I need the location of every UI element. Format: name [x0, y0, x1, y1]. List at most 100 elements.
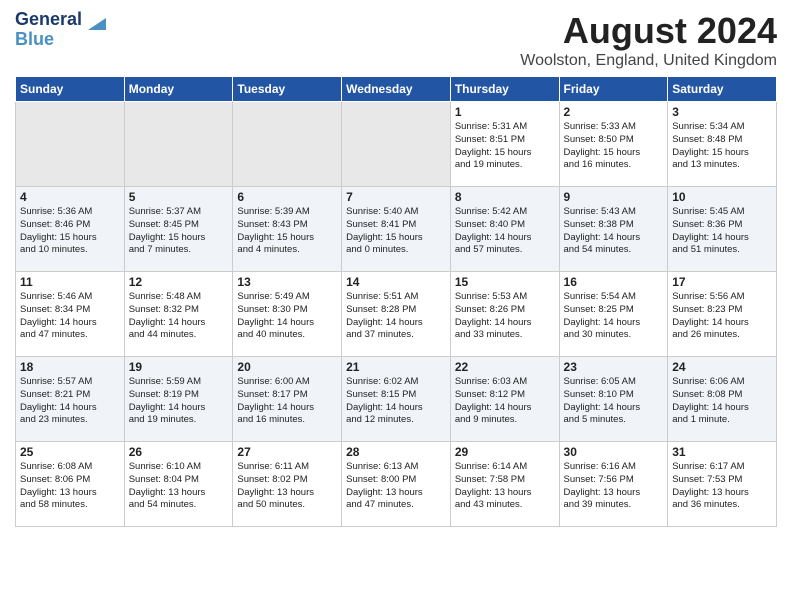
day-number: 9: [564, 190, 664, 204]
day-info: Sunrise: 5:39 AMSunset: 8:43 PMDaylight:…: [237, 206, 337, 257]
calendar-table: SundayMondayTuesdayWednesdayThursdayFrid…: [15, 76, 777, 527]
col-header-friday: Friday: [559, 77, 668, 102]
day-info: Sunrise: 6:05 AMSunset: 8:10 PMDaylight:…: [564, 376, 664, 427]
day-info: Sunrise: 5:31 AMSunset: 8:51 PMDaylight:…: [455, 121, 555, 172]
day-info: Sunrise: 5:42 AMSunset: 8:40 PMDaylight:…: [455, 206, 555, 257]
calendar-cell: 25 Sunrise: 6:08 AMSunset: 8:06 PMDayligh…: [16, 442, 125, 527]
calendar-cell: 12 Sunrise: 5:48 AMSunset: 8:32 PMDayligh…: [124, 272, 233, 357]
day-info: Sunrise: 5:48 AMSunset: 8:32 PMDaylight:…: [129, 291, 229, 342]
day-number: 18: [20, 360, 120, 374]
day-info: Sunrise: 6:17 AMSunset: 7:53 PMDaylight:…: [672, 461, 772, 512]
calendar-cell: 18 Sunrise: 5:57 AMSunset: 8:21 PMDayligh…: [16, 357, 125, 442]
calendar-cell: 16Sunrise: 5:54 AMSunset: 8:25 PMDayligh…: [559, 272, 668, 357]
day-number: 20: [237, 360, 337, 374]
calendar-cell: [124, 102, 233, 187]
title-block: August 2024 Woolston, England, United Ki…: [520, 10, 777, 70]
logo-icon: [86, 12, 108, 34]
day-info: Sunrise: 5:45 AMSunset: 8:36 PMDaylight:…: [672, 206, 772, 257]
calendar-cell: 15 Sunrise: 5:53 AMSunset: 8:26 PMDayligh…: [450, 272, 559, 357]
day-info: Sunrise: 5:33 AMSunset: 8:50 PMDaylight:…: [564, 121, 664, 172]
col-header-tuesday: Tuesday: [233, 77, 342, 102]
calendar-cell: 11Sunrise: 5:46 AMSunset: 8:34 PMDayligh…: [16, 272, 125, 357]
logo: GeneralBlue: [15, 10, 108, 50]
calendar-cell: 2 Sunrise: 5:33 AMSunset: 8:50 PMDaylight…: [559, 102, 668, 187]
calendar-cell: 30 Sunrise: 6:16 AMSunset: 7:56 PMDayligh…: [559, 442, 668, 527]
day-number: 29: [455, 445, 555, 459]
day-info: Sunrise: 5:37 AMSunset: 8:45 PMDaylight:…: [129, 206, 229, 257]
day-number: 21: [346, 360, 446, 374]
day-number: 26: [129, 445, 229, 459]
calendar-cell: 4Sunrise: 5:36 AMSunset: 8:46 PMDaylight…: [16, 187, 125, 272]
day-info: Sunrise: 6:16 AMSunset: 7:56 PMDaylight:…: [564, 461, 664, 512]
calendar-cell: 31 Sunrise: 6:17 AMSunset: 7:53 PMDayligh…: [668, 442, 777, 527]
page-header: GeneralBlue August 2024 Woolston, Englan…: [15, 10, 777, 70]
col-header-sunday: Sunday: [16, 77, 125, 102]
day-info: Sunrise: 5:40 AMSunset: 8:41 PMDaylight:…: [346, 206, 446, 257]
day-number: 15: [455, 275, 555, 289]
calendar-cell: 13 Sunrise: 5:49 AMSunset: 8:30 PMDayligh…: [233, 272, 342, 357]
day-info: Sunrise: 5:34 AMSunset: 8:48 PMDaylight:…: [672, 121, 772, 172]
day-number: 24: [672, 360, 772, 374]
calendar-cell: 10 Sunrise: 5:45 AMSunset: 8:36 PMDayligh…: [668, 187, 777, 272]
day-info: Sunrise: 6:08 AMSunset: 8:06 PMDaylight:…: [20, 461, 120, 512]
day-number: 12: [129, 275, 229, 289]
location-subtitle: Woolston, England, United Kingdom: [520, 52, 777, 70]
calendar-cell: 6 Sunrise: 5:39 AMSunset: 8:43 PMDaylight…: [233, 187, 342, 272]
day-number: 8: [455, 190, 555, 204]
day-info: Sunrise: 5:49 AMSunset: 8:30 PMDaylight:…: [237, 291, 337, 342]
day-number: 6: [237, 190, 337, 204]
col-header-saturday: Saturday: [668, 77, 777, 102]
day-info: Sunrise: 6:03 AMSunset: 8:12 PMDaylight:…: [455, 376, 555, 427]
day-number: 10: [672, 190, 772, 204]
calendar-cell: 8 Sunrise: 5:42 AMSunset: 8:40 PMDaylight…: [450, 187, 559, 272]
calendar-cell: 19 Sunrise: 5:59 AMSunset: 8:19 PMDayligh…: [124, 357, 233, 442]
day-info: Sunrise: 6:13 AMSunset: 8:00 PMDaylight:…: [346, 461, 446, 512]
calendar-cell: 5 Sunrise: 5:37 AMSunset: 8:45 PMDaylight…: [124, 187, 233, 272]
day-info: Sunrise: 5:59 AMSunset: 8:19 PMDaylight:…: [129, 376, 229, 427]
day-info: Sunrise: 5:53 AMSunset: 8:26 PMDaylight:…: [455, 291, 555, 342]
day-info: Sunrise: 5:43 AMSunset: 8:38 PMDaylight:…: [564, 206, 664, 257]
calendar-cell: 21 Sunrise: 6:02 AMSunset: 8:15 PMDayligh…: [342, 357, 451, 442]
day-number: 27: [237, 445, 337, 459]
day-number: 4: [20, 190, 120, 204]
calendar-cell: 7 Sunrise: 5:40 AMSunset: 8:41 PMDaylight…: [342, 187, 451, 272]
day-number: 13: [237, 275, 337, 289]
day-info: Sunrise: 5:56 AMSunset: 8:23 PMDaylight:…: [672, 291, 772, 342]
day-info: Sunrise: 6:00 AMSunset: 8:17 PMDaylight:…: [237, 376, 337, 427]
day-info: Sunrise: 6:11 AMSunset: 8:02 PMDaylight:…: [237, 461, 337, 512]
calendar-cell: 14Sunrise: 5:51 AMSunset: 8:28 PMDayligh…: [342, 272, 451, 357]
calendar-cell: 20 Sunrise: 6:00 AMSunset: 8:17 PMDayligh…: [233, 357, 342, 442]
calendar-cell: 9 Sunrise: 5:43 AMSunset: 8:38 PMDaylight…: [559, 187, 668, 272]
calendar-cell: [233, 102, 342, 187]
col-header-thursday: Thursday: [450, 77, 559, 102]
calendar-cell: 3 Sunrise: 5:34 AMSunset: 8:48 PMDaylight…: [668, 102, 777, 187]
day-number: 28: [346, 445, 446, 459]
col-header-wednesday: Wednesday: [342, 77, 451, 102]
day-info: Sunrise: 6:02 AMSunset: 8:15 PMDaylight:…: [346, 376, 446, 427]
calendar-cell: 17 Sunrise: 5:56 AMSunset: 8:23 PMDayligh…: [668, 272, 777, 357]
day-number: 3: [672, 105, 772, 119]
day-number: 19: [129, 360, 229, 374]
calendar-cell: 1Sunrise: 5:31 AMSunset: 8:51 PMDaylight…: [450, 102, 559, 187]
calendar-cell: [16, 102, 125, 187]
calendar-cell: 24 Sunrise: 6:06 AMSunset: 8:08 PMDayligh…: [668, 357, 777, 442]
logo-text: GeneralBlue: [15, 10, 82, 50]
day-info: Sunrise: 6:10 AMSunset: 8:04 PMDaylight:…: [129, 461, 229, 512]
calendar-cell: 23Sunrise: 6:05 AMSunset: 8:10 PMDayligh…: [559, 357, 668, 442]
day-number: 22: [455, 360, 555, 374]
day-number: 7: [346, 190, 446, 204]
calendar-cell: 26 Sunrise: 6:10 AMSunset: 8:04 PMDayligh…: [124, 442, 233, 527]
day-info: Sunrise: 6:06 AMSunset: 8:08 PMDaylight:…: [672, 376, 772, 427]
day-info: Sunrise: 5:57 AMSunset: 8:21 PMDaylight:…: [20, 376, 120, 427]
day-info: Sunrise: 5:54 AMSunset: 8:25 PMDaylight:…: [564, 291, 664, 342]
col-header-monday: Monday: [124, 77, 233, 102]
day-number: 25: [20, 445, 120, 459]
day-number: 17: [672, 275, 772, 289]
day-number: 2: [564, 105, 664, 119]
calendar-cell: 28 Sunrise: 6:13 AMSunset: 8:00 PMDayligh…: [342, 442, 451, 527]
calendar-cell: 27 Sunrise: 6:11 AMSunset: 8:02 PMDayligh…: [233, 442, 342, 527]
day-number: 30: [564, 445, 664, 459]
day-number: 11: [20, 275, 120, 289]
day-number: 5: [129, 190, 229, 204]
day-number: 31: [672, 445, 772, 459]
